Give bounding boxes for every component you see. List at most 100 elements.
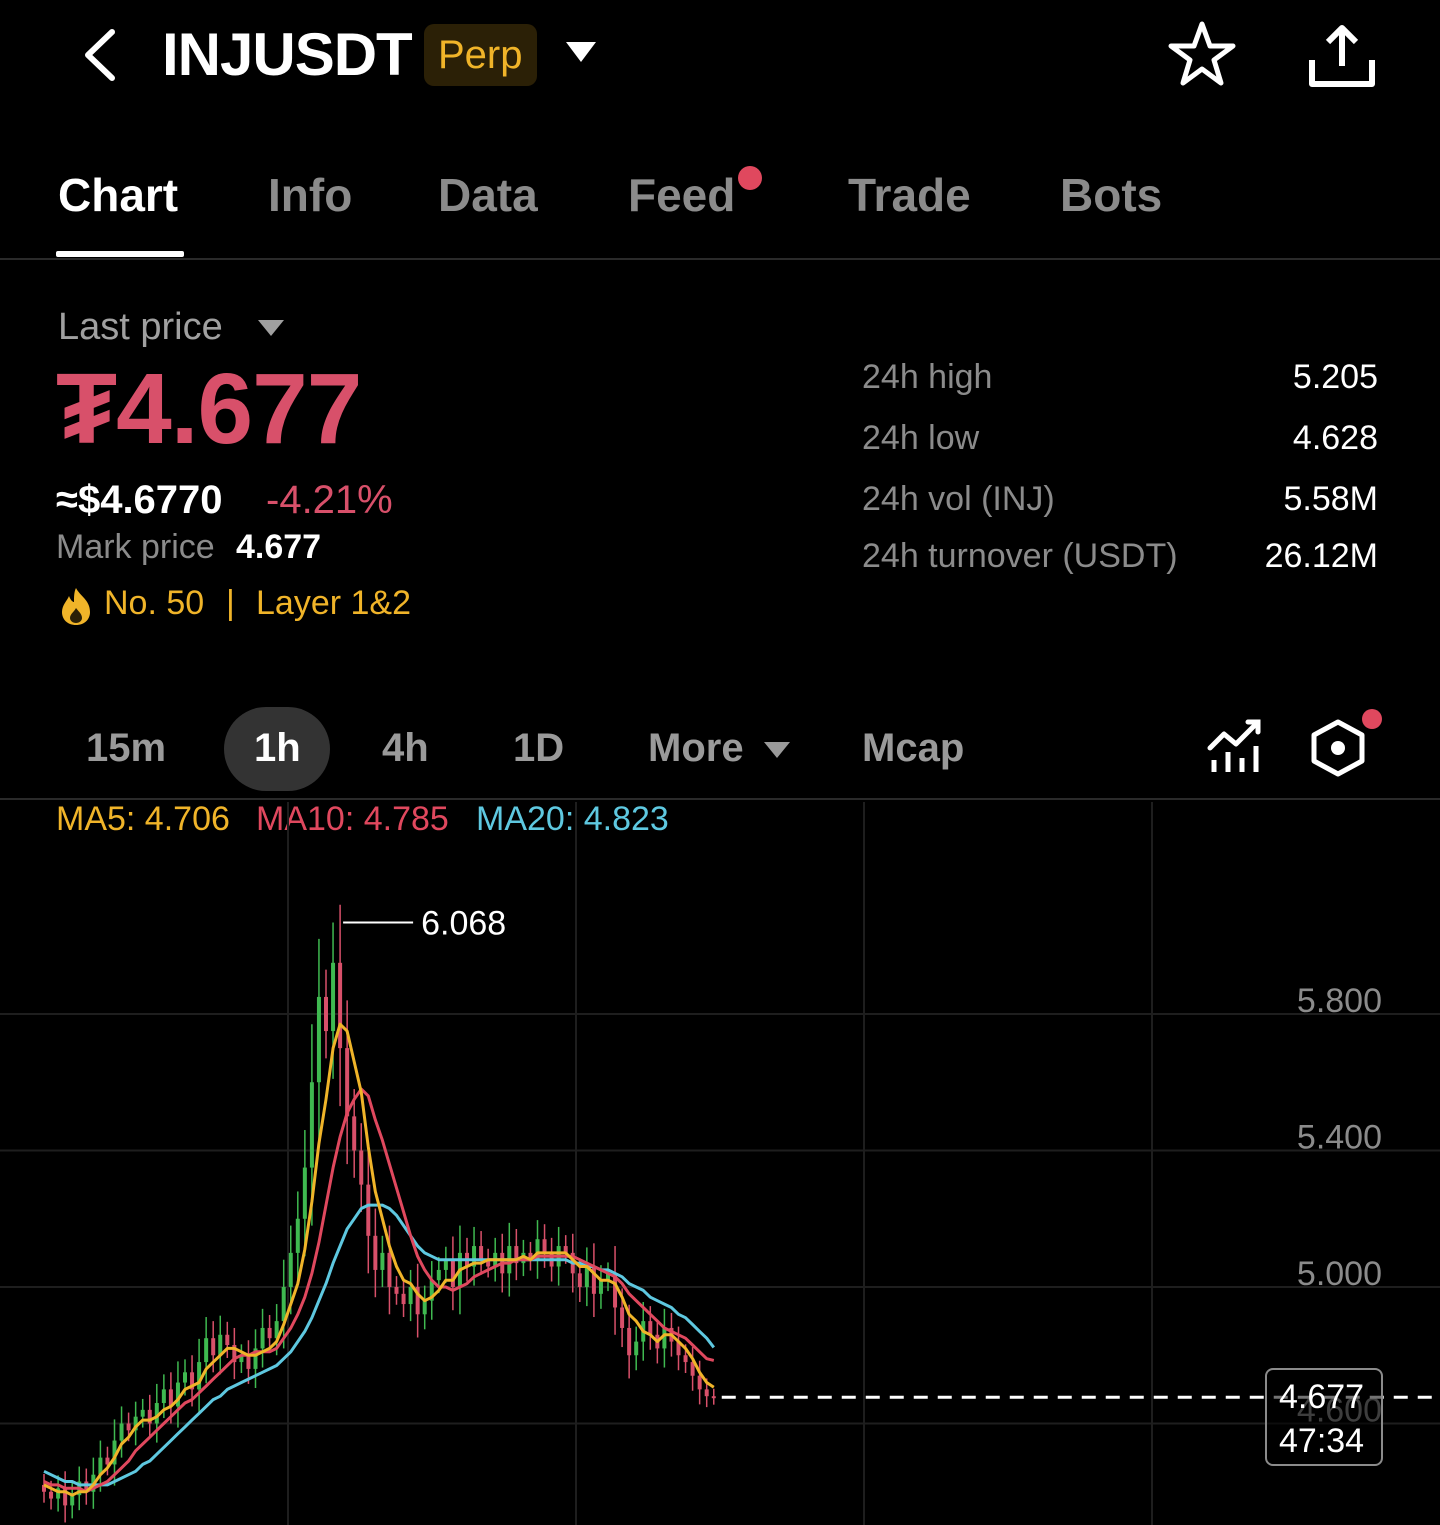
candle-body — [211, 1338, 216, 1356]
candle-body — [542, 1239, 547, 1253]
candle-body — [338, 962, 343, 1049]
moving-average-lines — [43, 1022, 715, 1497]
candle-body — [295, 1218, 300, 1253]
candle-body — [711, 1396, 716, 1399]
tab-feed[interactable]: Feed — [628, 168, 735, 222]
candle-body — [704, 1389, 709, 1397]
ma5-line — [43, 1022, 715, 1497]
last-price-value: ₮4.677 — [56, 353, 362, 465]
candle-body — [450, 1259, 455, 1287]
tab-info[interactable]: Info — [268, 168, 352, 222]
candle-body — [126, 1423, 131, 1431]
candle-body — [387, 1252, 392, 1287]
interval-4h[interactable]: 4h — [382, 726, 429, 771]
candle-body — [422, 1300, 427, 1315]
candle-body — [225, 1334, 230, 1346]
candle-body — [140, 1409, 145, 1417]
stat-24h-low-label: 24h low — [862, 419, 980, 457]
candle-body — [634, 1341, 639, 1356]
candle-body — [436, 1269, 441, 1281]
last-price-selector[interactable]: Last price — [58, 306, 223, 349]
fire-icon — [62, 588, 90, 625]
tab-data[interactable]: Data — [438, 168, 538, 222]
stat-24h-high-label: 24h high — [862, 358, 993, 396]
favorite-star-icon[interactable] — [1166, 18, 1238, 90]
interval-1d[interactable]: 1D — [513, 726, 564, 771]
price-chart[interactable]: 5.8005.4005.0004.600 6.068 — [0, 802, 1440, 1525]
tab-trade[interactable]: Trade — [848, 168, 971, 222]
price-axis: 5.8005.4005.0004.600 — [1297, 982, 1382, 1430]
high-marker-label: 6.068 — [421, 905, 506, 943]
candle-body — [352, 1116, 357, 1151]
stat-24h-turnover-value: 26.12M — [1264, 537, 1378, 575]
candle-body — [331, 962, 336, 1032]
interval-mcap[interactable]: Mcap — [862, 726, 964, 771]
price-tick-label: 5.800 — [1297, 982, 1382, 1020]
candle-body — [316, 996, 321, 1083]
candlesticks — [42, 904, 716, 1523]
candle-body — [598, 1280, 603, 1294]
candle-body — [324, 996, 328, 1032]
perp-badge: Perp — [424, 24, 537, 86]
candle-body — [577, 1273, 582, 1287]
symbol-dropdown-icon[interactable] — [566, 42, 596, 62]
candle-body — [373, 1235, 378, 1270]
chart-settings-icon[interactable] — [1310, 718, 1366, 778]
candle-body — [401, 1293, 406, 1305]
interval-more[interactable]: More — [648, 726, 744, 771]
candle-body — [204, 1338, 209, 1363]
candle-body — [161, 1389, 166, 1404]
candle-body — [683, 1355, 688, 1363]
current-price-box: 4.677 47:34 — [1265, 1368, 1383, 1466]
chart-grid — [0, 802, 1440, 1525]
rank-label[interactable]: No. 50 — [104, 584, 204, 623]
price-tick-label: 5.400 — [1297, 1119, 1382, 1157]
candle-body — [309, 1082, 314, 1168]
candle-body — [627, 1327, 632, 1356]
symbol-title[interactable]: INJUSDT — [162, 20, 413, 89]
stat-24h-turnover-label: 24h turnover (USDT) — [862, 537, 1178, 575]
mark-price-value: 4.677 — [236, 528, 322, 566]
candle-body — [366, 1184, 371, 1236]
candle-body — [246, 1355, 251, 1369]
candle-body — [288, 1252, 293, 1287]
share-icon[interactable] — [1306, 20, 1378, 92]
price-tick-label: 5.000 — [1297, 1255, 1382, 1293]
stat-24h-high-value: 5.205 — [1292, 358, 1378, 396]
main-tabs: Chart Info Data Feed Trade Bots — [0, 140, 1440, 260]
sector-tag[interactable]: Layer 1&2 — [256, 584, 411, 623]
settings-notification-dot — [1362, 709, 1382, 729]
rank-separator: | — [226, 584, 235, 622]
active-tab-indicator — [56, 251, 184, 257]
top-bar: INJUSDT Perp — [0, 0, 1440, 120]
indicators-icon[interactable] — [1206, 718, 1262, 774]
candle-countdown: 47:34 — [1279, 1422, 1365, 1460]
candle-body — [302, 1167, 307, 1219]
candle-body — [359, 1150, 364, 1185]
tab-chart[interactable]: Chart — [58, 168, 178, 222]
candle-body — [394, 1287, 399, 1294]
high-marker: 6.068 — [343, 905, 506, 943]
candle-body — [380, 1252, 385, 1270]
stat-24h-vol-value: 5.58M — [1283, 480, 1379, 518]
back-arrow-icon[interactable] — [78, 28, 122, 82]
candle-body — [345, 1048, 350, 1117]
last-price-dropdown-icon[interactable] — [258, 320, 284, 336]
stat-24h-low-value: 4.628 — [1292, 419, 1378, 457]
more-dropdown-icon[interactable] — [764, 742, 790, 758]
candle-body — [479, 1246, 484, 1260]
candle-body — [119, 1423, 124, 1441]
usd-equivalent: ≈$4.6770 — [56, 478, 223, 522]
candle-body — [183, 1372, 187, 1383]
candle-body — [443, 1259, 448, 1270]
candle-body — [408, 1287, 413, 1305]
interval-1h[interactable]: 1h — [254, 726, 301, 771]
interval-15m[interactable]: 15m — [86, 726, 166, 771]
candle-body — [49, 1491, 54, 1499]
candle-body — [267, 1327, 272, 1339]
candle-body — [197, 1362, 202, 1390]
candle-body — [260, 1327, 265, 1349]
candle-body — [620, 1307, 625, 1328]
feed-notification-dot — [738, 166, 762, 190]
tab-bots[interactable]: Bots — [1060, 168, 1162, 222]
